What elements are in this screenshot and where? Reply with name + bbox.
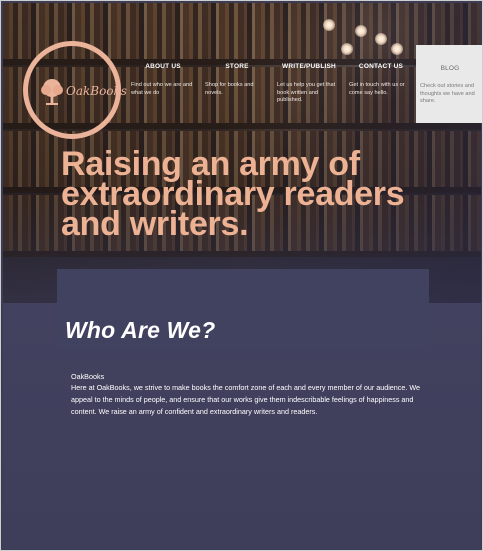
nav-desc: Check out stories and thoughts we have a… xyxy=(420,83,475,104)
nav-label[interactable]: CONTACT US xyxy=(349,63,413,70)
nav-item-store[interactable]: STORE Shop for books and novels. xyxy=(205,63,269,97)
logo[interactable]: OakBooks xyxy=(23,41,127,139)
logo-text: OakBooks xyxy=(66,84,127,98)
page-frame: OakBooks ABOUT US Find out who we are an… xyxy=(0,0,483,551)
hero-headline: Raising an army of extraordinary readers… xyxy=(61,145,405,243)
nav-desc: Find out who we are and what we do xyxy=(131,82,193,96)
nav-label[interactable]: BLOG xyxy=(420,65,480,72)
nav-item-write-publish[interactable]: WRITE/PUBLISH Let us help you get that b… xyxy=(277,63,341,105)
nav-item-contact-us[interactable]: CONTACT US Get in touch with us or come … xyxy=(349,63,413,97)
nav-item-blog[interactable]: BLOG Check out stories and thoughts we h… xyxy=(416,45,482,123)
nav-desc: Shop for books and novels. xyxy=(205,82,254,96)
tree-icon xyxy=(41,79,63,105)
nav-item-about-us[interactable]: ABOUT US Find out who we are and what we… xyxy=(131,63,195,97)
nav-desc: Get in touch with us or come say hello. xyxy=(349,82,405,96)
section-title: Who Are We? xyxy=(65,317,216,343)
nav-desc: Let us help you get that book written an… xyxy=(277,82,336,103)
nav-label[interactable]: WRITE/PUBLISH xyxy=(277,63,341,70)
about-text: Here at OakBooks, we strive to make book… xyxy=(71,383,421,417)
main-nav: ABOUT US Find out who we are and what we… xyxy=(131,63,411,123)
nav-label[interactable]: STORE xyxy=(205,63,269,70)
nav-label[interactable]: ABOUT US xyxy=(131,63,195,70)
about-brand: OakBooks xyxy=(71,372,105,381)
